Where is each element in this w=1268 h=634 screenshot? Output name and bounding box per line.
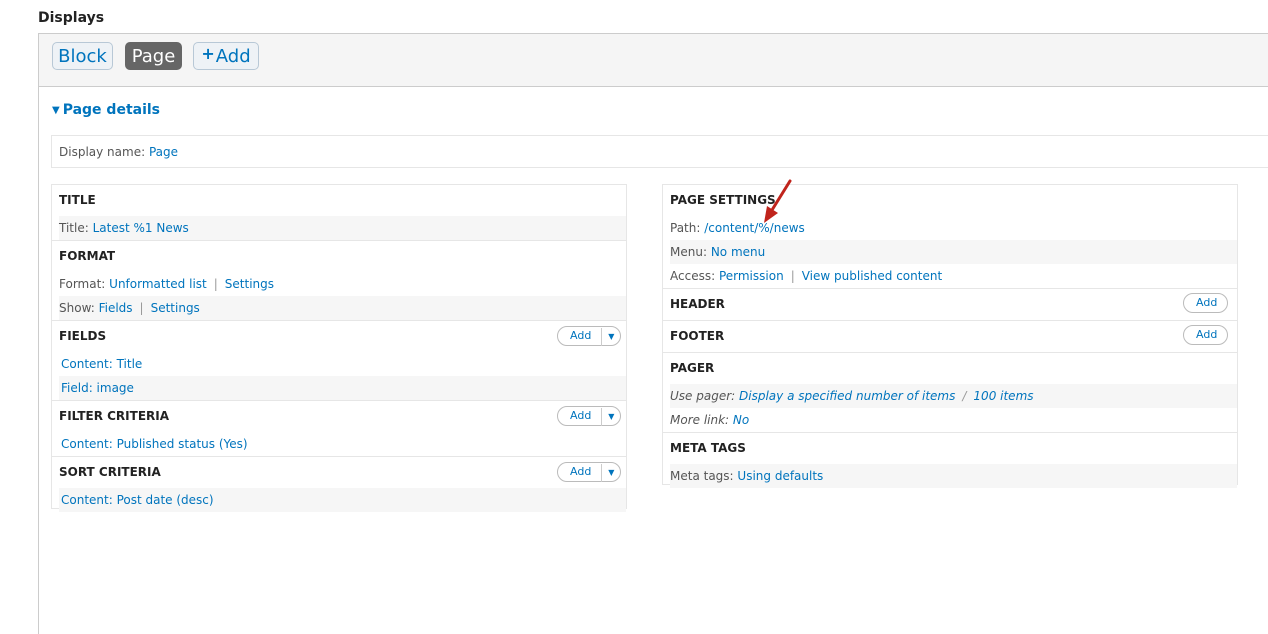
show-link[interactable]: Fields (99, 301, 133, 315)
path-row: Path: /content/%/news (670, 216, 1237, 240)
format-section: FORMAT Format: Unformatted list | Settings… (52, 240, 626, 320)
page-settings-section: PAGE SETTINGS Path: /content/%/news Menu… (663, 185, 1237, 288)
use-pager-row: Use pager: Display a specified number of… (670, 384, 1237, 408)
pager-section: PAGER Use pager: Display a specified num… (663, 352, 1237, 432)
footer-section: FOOTER Add (663, 320, 1237, 352)
sort-add-button[interactable]: Add ▼ (557, 462, 622, 482)
list-item: Field: image (59, 376, 626, 400)
displays-heading: Displays (38, 10, 105, 26)
triangle-down-icon: ▼ (52, 105, 60, 116)
chevron-down-icon[interactable]: ▼ (601, 408, 620, 426)
footer-add-label: Add (1196, 328, 1218, 341)
format-row: Format: Unformatted list | Settings (59, 272, 626, 296)
chevron-down-icon[interactable]: ▼ (601, 328, 620, 346)
fields-section: FIELDS Add ▼ Content: Title Field: image (52, 320, 626, 400)
fields-add-button[interactable]: Add ▼ (557, 326, 622, 346)
right-column: PAGE SETTINGS Path: /content/%/news Menu… (662, 184, 1238, 488)
page-details-toggle[interactable]: ▼ Page details (52, 102, 160, 118)
header-section: HEADER Add (663, 288, 1237, 320)
sort-section-heading: SORT CRITERIA (59, 465, 161, 479)
sort-post-date[interactable]: Content: Post date (desc) (61, 493, 214, 507)
show-settings-link[interactable]: Settings (151, 301, 200, 315)
sort-add-label: Add (570, 465, 592, 478)
fields-add-label: Add (570, 329, 592, 342)
meta-tags-section: META TAGS Meta tags: Using defaults (663, 432, 1237, 488)
tab-block[interactable]: Block (52, 42, 113, 70)
meta-tags-row: Meta tags: Using defaults (670, 464, 1237, 488)
filter-add-label: Add (570, 409, 592, 422)
page-details-label: Page details (62, 102, 161, 118)
display-name-label: Display name: (59, 145, 146, 159)
filter-published-status[interactable]: Content: Published status (Yes) (61, 437, 248, 451)
menu-label: Menu: (670, 245, 707, 259)
menu-row: Menu: No menu (670, 240, 1237, 264)
page-settings-heading: PAGE SETTINGS (670, 193, 776, 207)
plus-icon: + (201, 44, 215, 63)
field-content-title[interactable]: Content: Title (61, 357, 142, 371)
use-pager-label: Use pager: (670, 389, 736, 403)
field-image[interactable]: Field: image (61, 381, 134, 395)
meta-tags-label: Meta tags: (670, 469, 734, 483)
more-link-value[interactable]: No (733, 413, 749, 427)
show-row: Show: Fields | Settings (59, 296, 626, 320)
chevron-down-icon[interactable]: ▼ (601, 464, 620, 482)
display-tabs: Block Page +Add (39, 34, 1268, 87)
more-link-row: More link: No (670, 408, 1237, 432)
title-section-heading: TITLE (59, 193, 96, 207)
filter-section: FILTER CRITERIA Add ▼ Content: Published … (52, 400, 626, 456)
format-section-heading: FORMAT (59, 249, 116, 263)
annotation-arrow-icon (764, 179, 792, 223)
list-item: Content: Post date (desc) (59, 488, 626, 512)
displays-panel: Block Page +Add ▼ Page details Display na… (38, 33, 1268, 634)
pager-items-link[interactable]: 100 items (973, 389, 1033, 403)
list-item: Content: Published status (Yes) (59, 432, 626, 456)
use-pager-link[interactable]: Display a specified number of items (739, 389, 955, 403)
add-display-button[interactable]: +Add (193, 42, 259, 70)
separator: | (139, 301, 144, 315)
separator: / (962, 389, 967, 403)
separator: | (790, 269, 795, 283)
display-name-row: Display name: Page (51, 135, 1268, 168)
title-label: Title: (59, 221, 89, 235)
header-add-label: Add (1196, 296, 1218, 309)
title-row: Title: Latest %1 News (59, 216, 626, 240)
footer-add-button[interactable]: Add (1183, 325, 1229, 345)
meta-tags-heading: META TAGS (670, 441, 746, 455)
path-label: Path: (670, 221, 701, 235)
access-permission-link[interactable]: View published content (802, 269, 942, 283)
format-label: Format: (59, 277, 106, 291)
tab-page[interactable]: Page (125, 42, 182, 70)
pager-section-heading: PAGER (670, 361, 715, 375)
access-label: Access: (670, 269, 716, 283)
meta-tags-link[interactable]: Using defaults (737, 469, 823, 483)
footer-section-heading: FOOTER (670, 329, 725, 343)
filter-add-button[interactable]: Add ▼ (557, 406, 622, 426)
access-link[interactable]: Permission (719, 269, 784, 283)
left-column: TITLE Title: Latest %1 News FORMAT Forma… (51, 184, 627, 512)
title-section: TITLE Title: Latest %1 News (52, 185, 626, 240)
display-name-link[interactable]: Page (149, 145, 178, 159)
menu-link[interactable]: No menu (711, 245, 765, 259)
sort-section: SORT CRITERIA Add ▼ Content: Post date (d… (52, 456, 626, 512)
show-label: Show: (59, 301, 95, 315)
add-display-label: Add (215, 46, 251, 67)
format-settings-link[interactable]: Settings (225, 277, 274, 291)
filter-section-heading: FILTER CRITERIA (59, 409, 170, 423)
header-section-heading: HEADER (670, 297, 725, 311)
list-item: Content: Title (59, 352, 626, 376)
more-link-label: More link: (670, 413, 730, 427)
separator: | (213, 277, 218, 291)
fields-section-heading: FIELDS (59, 329, 107, 343)
format-link[interactable]: Unformatted list (109, 277, 207, 291)
access-row: Access: Permission | View published conten… (670, 264, 1237, 288)
title-link[interactable]: Latest %1 News (93, 221, 189, 235)
header-add-button[interactable]: Add (1183, 293, 1229, 313)
